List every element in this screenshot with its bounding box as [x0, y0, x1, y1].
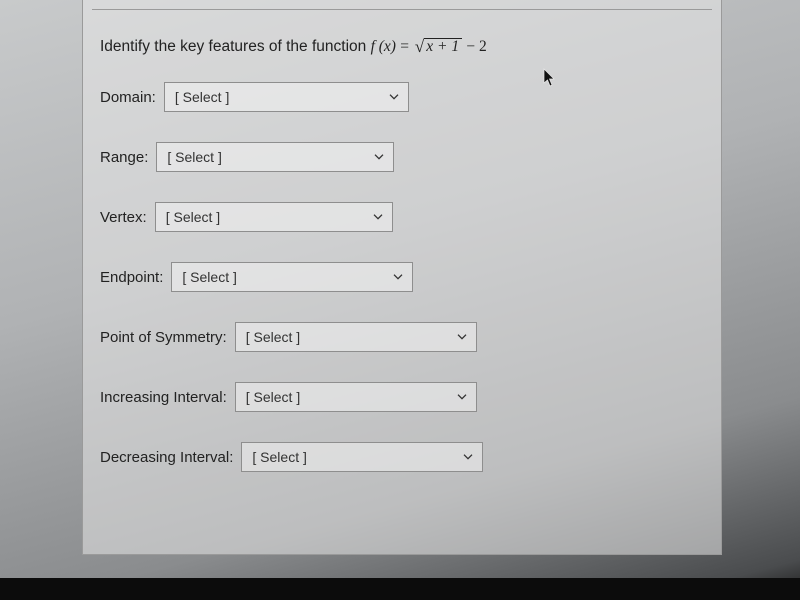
chevron-down-icon — [373, 214, 383, 220]
row-range: Range: [ Select ] — [100, 142, 487, 172]
label-decreasing-interval: Decreasing Interval: — [100, 449, 233, 466]
select-range[interactable]: [ Select ] — [156, 142, 394, 172]
label-domain: Domain: — [100, 89, 156, 106]
select-vertex[interactable]: [ Select ] — [155, 202, 393, 232]
label-point-of-symmetry: Point of Symmetry: — [100, 329, 227, 346]
row-vertex: Vertex: [ Select ] — [100, 202, 487, 232]
select-dec-value: [ Select ] — [252, 449, 306, 465]
select-endpoint[interactable]: [ Select ] — [171, 262, 413, 292]
label-increasing-interval: Increasing Interval: — [100, 389, 227, 406]
chevron-down-icon — [374, 154, 384, 160]
select-point-of-symmetry[interactable]: [ Select ] — [235, 322, 477, 352]
prompt-lead-text: Identify the key features of the functio… — [100, 38, 371, 55]
row-decreasing-interval: Decreasing Interval: [ Select ] — [100, 442, 487, 472]
row-domain: Domain: [ Select ] — [100, 82, 487, 112]
radical-sign-icon: √ — [415, 37, 424, 57]
prompt-equals: = — [400, 38, 413, 55]
chevron-down-icon — [457, 334, 467, 340]
row-increasing-interval: Increasing Interval: [ Select ] — [100, 382, 487, 412]
sqrt-expression: √x + 1 — [413, 36, 462, 56]
select-domain[interactable]: [ Select ] — [164, 82, 409, 112]
chevron-down-icon — [389, 94, 399, 100]
select-pos-value: [ Select ] — [246, 329, 300, 345]
row-point-of-symmetry: Point of Symmetry: [ Select ] — [100, 322, 487, 352]
chevron-down-icon — [457, 394, 467, 400]
select-domain-value: [ Select ] — [175, 89, 229, 105]
label-vertex: Vertex: — [100, 209, 147, 226]
select-range-value: [ Select ] — [167, 149, 221, 165]
select-decreasing-interval[interactable]: [ Select ] — [241, 442, 483, 472]
chevron-down-icon — [393, 274, 403, 280]
panel-top-divider — [92, 9, 712, 10]
question-prompt: Identify the key features of the functio… — [100, 36, 487, 56]
select-vertex-value: [ Select ] — [166, 209, 220, 225]
row-endpoint: Endpoint: [ Select ] — [100, 262, 487, 292]
prompt-tail: − 2 — [466, 38, 486, 55]
radicand-text: x + 1 — [426, 38, 459, 55]
select-endpoint-value: [ Select ] — [182, 269, 236, 285]
prompt-fx: f (x) — [371, 38, 396, 55]
label-range: Range: — [100, 149, 148, 166]
label-endpoint: Endpoint: — [100, 269, 163, 286]
chevron-down-icon — [463, 454, 473, 460]
question-content: Identify the key features of the functio… — [100, 36, 487, 502]
select-inc-value: [ Select ] — [246, 389, 300, 405]
select-increasing-interval[interactable]: [ Select ] — [235, 382, 477, 412]
screen-bottom-bezel — [0, 578, 800, 600]
